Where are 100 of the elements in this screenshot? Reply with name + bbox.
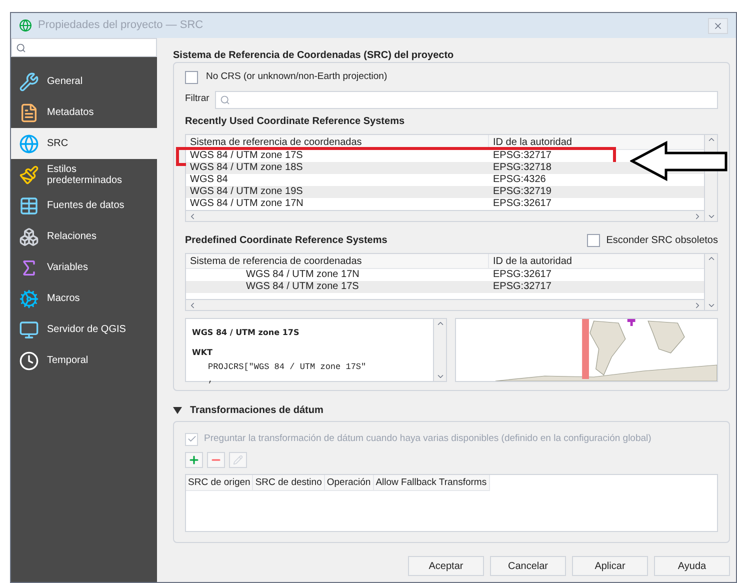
sidebar-item[interactable]: Temporal	[11, 345, 157, 376]
dialog-button[interactable]: Aplicar	[572, 556, 648, 576]
filter-field[interactable]	[215, 90, 718, 108]
document-icon	[19, 102, 39, 122]
clock-icon	[19, 350, 39, 370]
horizontal-scrollbar[interactable]	[186, 299, 704, 310]
table-row[interactable]: WGS 84 / UTM zone 17S EPSG:32717	[186, 281, 704, 293]
sidebar-item[interactable]: General	[11, 66, 157, 97]
close-icon	[713, 20, 723, 30]
scroll-right-icon	[693, 300, 702, 310]
sidebar-item[interactable]: Estilos predeterminados	[11, 159, 157, 190]
section-heading: Sistema de Referencia de Coordenadas (SRC) del proyecto	[173, 49, 455, 62]
check-icon	[186, 434, 196, 444]
scroll-down-icon	[706, 212, 716, 221]
column-header[interactable]: Sistema de referencia de coordenadas	[186, 254, 489, 268]
column-header[interactable]: Allow Fallback Transforms	[374, 475, 490, 492]
scroll-up-icon	[706, 254, 716, 263]
authority-id: EPSG:32717	[492, 150, 552, 162]
remove-button[interactable]	[207, 452, 225, 468]
app-logo-icon	[19, 19, 32, 32]
horizontal-scrollbar[interactable]	[186, 210, 704, 221]
scroll-down-icon	[436, 372, 444, 381]
table-title: Recently Used Coordinate Reference Systems	[185, 115, 406, 129]
wkt-line: ,	[207, 376, 214, 385]
window-title: Propiedades del proyecto — SRC	[38, 18, 204, 34]
sidebar-item[interactable]: Metadatos	[11, 97, 157, 128]
table-title: Predefined Coordinate Reference Systems	[185, 234, 388, 248]
scroll-left-icon	[188, 212, 197, 220]
sidebar-label: Temporal	[47, 355, 90, 366]
wkt-line: PROJCRS["WGS 84 / UTM zone 17S"	[207, 363, 368, 372]
scroll-down-icon	[706, 301, 716, 310]
search-icon	[16, 42, 26, 52]
plus-icon	[188, 454, 200, 466]
sidebar-label: Macros	[47, 293, 81, 304]
sidebar-label: Relaciones	[47, 231, 98, 242]
table-icon	[19, 196, 39, 216]
scroll-up-icon	[706, 135, 716, 144]
scrollbar[interactable]	[433, 319, 446, 381]
filter-label: Filtrar	[185, 92, 210, 106]
dialog-button[interactable]: Aceptar	[408, 556, 484, 576]
authority-id: EPSG:32717	[492, 281, 552, 293]
scroll-left-icon	[188, 300, 197, 310]
sidebar-label: Fuentes de datos	[47, 200, 126, 211]
sidebar-item[interactable]: SRC	[11, 128, 157, 159]
checkbox[interactable]	[185, 71, 198, 84]
crs-name: WGS 84 / UTM zone 17S	[245, 281, 360, 293]
boxes-icon	[19, 226, 39, 246]
sidebar-item[interactable]: Fuentes de datos	[11, 190, 157, 221]
crs-name: WGS 84	[189, 174, 229, 186]
paintbrush-icon	[19, 164, 39, 184]
sidebar-label: Servidor de QGIS	[47, 324, 127, 335]
sidebar-label: SRC	[47, 138, 70, 149]
crs-name: WGS 84 / UTM zone 17S	[189, 150, 304, 162]
scroll-right-icon	[693, 212, 702, 220]
column-header[interactable]: SRC de destino	[253, 475, 325, 492]
globe-icon	[19, 134, 39, 154]
authority-id: EPSG:32719	[492, 186, 552, 198]
dialog-button[interactable]: Ayuda	[654, 556, 730, 576]
authority-id: EPSG:4326	[492, 174, 547, 186]
pencil-icon	[233, 455, 243, 466]
authority-id: EPSG:32718	[492, 162, 552, 174]
column-header[interactable]: SRC de origen	[186, 475, 254, 492]
wrench-icon	[19, 72, 39, 92]
checkbox[interactable]	[587, 234, 600, 247]
edit-button[interactable]	[229, 452, 247, 468]
scroll-up-icon	[436, 319, 444, 328]
crs-name: WGS 84 / UTM zone 19S	[189, 186, 304, 198]
section-heading: Transformaciones de dátum	[190, 404, 324, 418]
wkt-label: WKT	[192, 347, 214, 359]
crs-name: WGS 84 / UTM zone 17N	[189, 198, 304, 210]
close-button[interactable]	[708, 18, 728, 34]
sidebar-item[interactable]: Macros	[11, 283, 157, 314]
table-row[interactable]: WGS 84 / UTM zone 19S EPSG:32719	[186, 186, 704, 198]
column-header[interactable]: Sistema de referencia de coordenadas	[186, 135, 489, 149]
add-button[interactable]	[185, 452, 203, 468]
checkbox-label: Esconder SRC obsoletos	[606, 234, 718, 248]
sidebar-item[interactable]: Relaciones	[11, 221, 157, 252]
authority-id: EPSG:32617	[492, 198, 552, 210]
crs-title: WGS 84 / UTM zone 17S	[192, 327, 300, 339]
scrollbar[interactable]	[704, 254, 717, 310]
sidebar-item[interactable]: Servidor de QGIS	[11, 314, 157, 345]
sidebar-label: Estilos predeterminados	[47, 164, 124, 186]
column-header[interactable]: ID de la autoridad	[489, 135, 704, 149]
crs-name: WGS 84 / UTM zone 17N	[245, 269, 360, 281]
sidebar-label: General	[47, 76, 84, 87]
checkbox-label: Preguntar la transformación de dátum cuando haya varias disponibles (definido en la configuración global)	[204, 432, 652, 446]
sidebar-label: Metadatos	[47, 107, 95, 118]
gear-icon	[19, 288, 39, 308]
sidebar-label: Variables	[47, 262, 89, 273]
crs-name: WGS 84 / UTM zone 18S	[189, 162, 304, 174]
search-field[interactable]	[11, 38, 157, 57]
dialog-button[interactable]: Cancelar	[490, 556, 566, 576]
authority-id: EPSG:32617	[492, 269, 552, 281]
sidebar-item[interactable]: Variables	[11, 252, 157, 283]
search-icon	[220, 94, 230, 104]
column-header[interactable]: ID de la autoridad	[489, 254, 704, 268]
column-header[interactable]: Operación	[324, 475, 374, 492]
collapse-triangle-icon[interactable]	[173, 406, 182, 414]
monitor-icon	[19, 320, 39, 340]
checkbox-label: No CRS (or unknown/non-Earth projection)	[206, 70, 388, 84]
